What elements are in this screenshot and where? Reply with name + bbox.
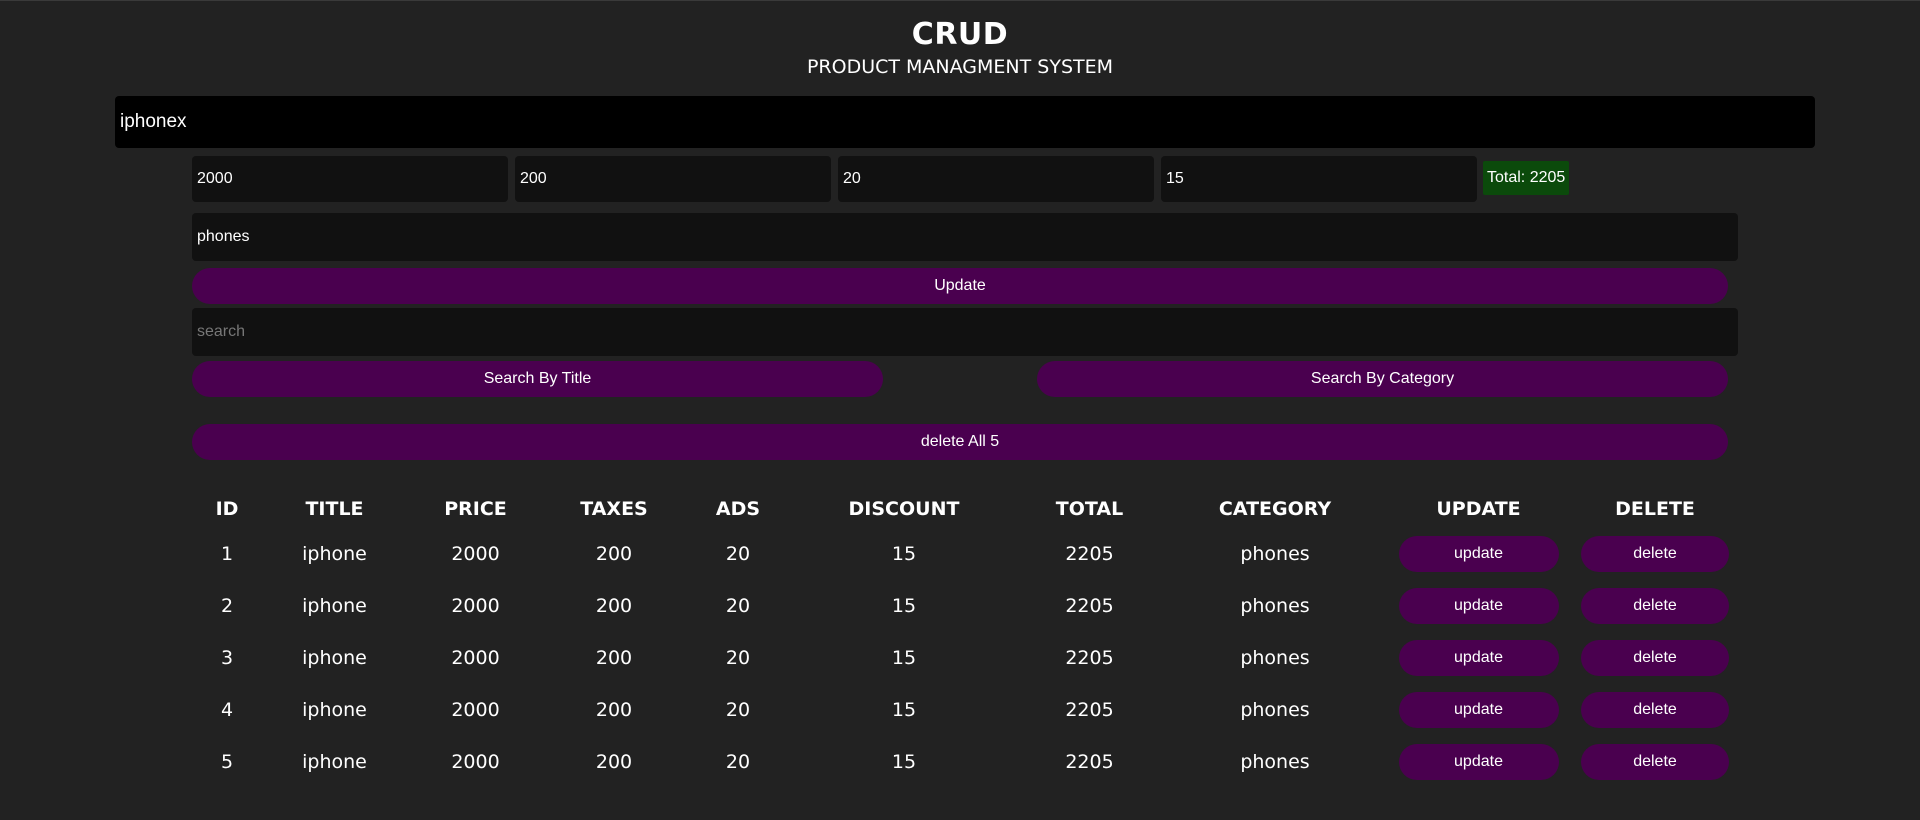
header-discount: DISCOUNT [848, 498, 960, 520]
row-update-button[interactable]: update [1398, 640, 1559, 676]
header-ads: ADS [715, 498, 761, 520]
cell-price: 2000 [451, 699, 500, 721]
header-id: ID [215, 498, 239, 520]
cell-id: 5 [220, 751, 234, 773]
cell-category: phones [1240, 543, 1310, 565]
cell-ads: 20 [725, 595, 751, 617]
header-total: TOTAL [1055, 498, 1124, 520]
search-by-category-button[interactable]: Search By Category [1037, 361, 1728, 397]
table-row: 4 iphone 2000 200 20 15 2205 phones upda… [192, 684, 1740, 736]
products-table: ID TITLE PRICE TAXES ADS DISCOUNT TOTAL … [192, 490, 1740, 788]
cell-update: update [1387, 632, 1570, 684]
cell-title: iphone [302, 751, 367, 773]
cell-id: 2 [220, 595, 234, 617]
cell-total: 2205 [1065, 751, 1114, 773]
total-badge: Total: 2205 [1483, 161, 1570, 195]
cell-taxes: 200 [595, 543, 633, 565]
cell-total: 2205 [1065, 595, 1114, 617]
header-title: TITLE [305, 498, 364, 520]
row-delete-button[interactable]: delete [1581, 588, 1729, 624]
cell-update: update [1387, 580, 1570, 632]
cell-total: 2205 [1065, 543, 1114, 565]
table-row: 2 iphone 2000 200 20 15 2205 phones upda… [192, 580, 1740, 632]
cell-price: 2000 [451, 543, 500, 565]
table-header-row: ID TITLE PRICE TAXES ADS DISCOUNT TOTAL … [192, 490, 1740, 528]
cell-discount: 15 [891, 595, 917, 617]
cell-ads: 20 [725, 543, 751, 565]
cell-delete: delete [1570, 736, 1740, 788]
cell-id: 3 [220, 647, 234, 669]
cell-ads: 20 [725, 647, 751, 669]
cell-total: 2205 [1065, 699, 1114, 721]
cell-category: phones [1240, 699, 1310, 721]
header-delete: DELETE [1615, 498, 1695, 520]
cell-title: iphone [302, 595, 367, 617]
row-delete-button[interactable]: delete [1581, 536, 1729, 572]
page-title: CRUD [911, 17, 1009, 52]
cell-price: 2000 [451, 595, 500, 617]
cell-delete: delete [1570, 528, 1740, 580]
cell-update: update [1387, 736, 1570, 788]
search-by-title-button[interactable]: Search By Title [192, 361, 883, 397]
row-delete-button[interactable]: delete [1581, 640, 1729, 676]
cell-discount: 15 [891, 699, 917, 721]
page-header: CRUD PRODUCT MANAGMENT SYSTEM [0, 16, 1920, 80]
cell-total: 2205 [1065, 647, 1114, 669]
cell-id: 4 [220, 699, 234, 721]
cell-title: iphone [302, 543, 367, 565]
cell-discount: 15 [891, 751, 917, 773]
cell-title: iphone [302, 699, 367, 721]
cell-delete: delete [1570, 684, 1740, 736]
row-update-button[interactable]: update [1398, 588, 1559, 624]
price-input[interactable] [192, 156, 508, 202]
cell-taxes: 200 [595, 647, 633, 669]
table-row: 5 iphone 2000 200 20 15 2205 phones upda… [192, 736, 1740, 788]
cell-category: phones [1240, 595, 1310, 617]
submit-update-button[interactable]: Update [192, 268, 1728, 304]
discount-input[interactable] [1161, 156, 1477, 202]
row-update-button[interactable]: update [1398, 692, 1559, 728]
cell-discount: 15 [891, 647, 917, 669]
cell-category: phones [1240, 647, 1310, 669]
search-input[interactable] [192, 308, 1738, 356]
top-border [0, 0, 1920, 1]
table-row: 3 iphone 2000 200 20 15 2205 phones upda… [192, 632, 1740, 684]
cell-update: update [1387, 684, 1570, 736]
row-delete-button[interactable]: delete [1581, 692, 1729, 728]
cell-category: phones [1240, 751, 1310, 773]
cell-delete: delete [1570, 580, 1740, 632]
title-input[interactable] [115, 96, 1815, 148]
taxes-input[interactable] [515, 156, 831, 202]
ads-input[interactable] [838, 156, 1154, 202]
page-subtitle: PRODUCT MANAGMENT SYSTEM [806, 56, 1114, 78]
cell-discount: 15 [891, 543, 917, 565]
row-update-button[interactable]: update [1398, 744, 1559, 780]
cell-id: 1 [220, 543, 234, 565]
cell-update: update [1387, 528, 1570, 580]
cell-ads: 20 [725, 699, 751, 721]
category-input[interactable] [192, 213, 1738, 261]
header-taxes: TAXES [580, 498, 648, 520]
cell-ads: 20 [725, 751, 751, 773]
cell-price: 2000 [451, 647, 500, 669]
header-category: CATEGORY [1218, 498, 1332, 520]
cell-taxes: 200 [595, 751, 633, 773]
cell-title: iphone [302, 647, 367, 669]
header-update: UPDATE [1436, 498, 1521, 520]
row-delete-button[interactable]: delete [1581, 744, 1729, 780]
cell-taxes: 200 [595, 595, 633, 617]
cell-price: 2000 [451, 751, 500, 773]
delete-all-button[interactable]: delete All 5 [192, 424, 1728, 460]
row-update-button[interactable]: update [1398, 536, 1559, 572]
cell-taxes: 200 [595, 699, 633, 721]
cell-delete: delete [1570, 632, 1740, 684]
header-price: PRICE [444, 498, 507, 520]
table-row: 1 iphone 2000 200 20 15 2205 phones upda… [192, 528, 1740, 580]
